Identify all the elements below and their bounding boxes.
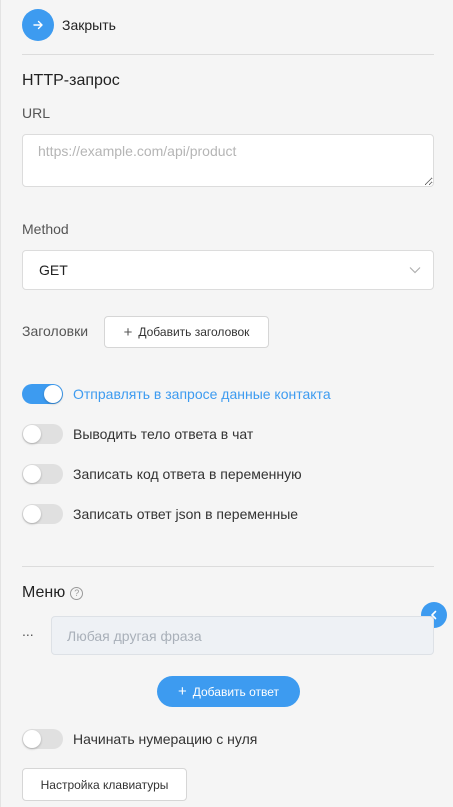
toggle-save-code[interactable] xyxy=(22,464,63,484)
toggle-row-send-contact[interactable]: Отправлять в запросе данные контакта xyxy=(22,384,331,404)
divider-top xyxy=(22,54,434,55)
toggle-row-save-json[interactable]: Записать ответ json в переменные xyxy=(22,504,298,524)
toggle-label-numbering: Начинать нумерацию с нуля xyxy=(73,731,258,747)
method-label: Method xyxy=(22,221,69,237)
toggle-send-contact[interactable] xyxy=(22,384,63,404)
add-answer-button[interactable]: + Добавить ответ xyxy=(157,676,300,707)
section-title-http: HTTP-запрос xyxy=(22,72,120,89)
toggle-knob xyxy=(23,505,41,523)
keyboard-settings-button[interactable]: Настройка клавиатуры xyxy=(22,768,187,801)
phrase-input[interactable] xyxy=(51,616,434,655)
headers-label: Заголовки xyxy=(22,323,89,339)
arrow-right-icon xyxy=(33,20,43,30)
toggle-label-send-contact: Отправлять в запросе данные контакта xyxy=(73,386,331,402)
toggle-knob xyxy=(23,425,41,443)
add-answer-label: Добавить ответ xyxy=(192,684,280,699)
method-value: GET xyxy=(39,262,68,278)
url-input[interactable] xyxy=(22,134,434,187)
keyboard-settings-label: Настройка клавиатуры xyxy=(40,777,169,792)
toggle-numbering[interactable] xyxy=(22,729,63,749)
menu-title-text: Меню xyxy=(22,584,66,601)
method-select[interactable]: GET xyxy=(22,250,434,290)
add-header-label: Добавить заголовок xyxy=(138,325,250,339)
plus-icon: + xyxy=(123,323,133,341)
toggle-row-output-body[interactable]: Выводить тело ответа в чат xyxy=(22,424,253,444)
url-label: URL xyxy=(22,105,51,121)
toggle-label-output-body: Выводить тело ответа в чат xyxy=(73,426,254,442)
toggle-output-body[interactable] xyxy=(22,424,63,444)
toggle-knob xyxy=(23,465,41,483)
add-header-button[interactable]: + Добавить заголовок xyxy=(104,316,269,348)
toggle-save-json[interactable] xyxy=(22,504,63,524)
toggle-row-numbering[interactable]: Начинать нумерацию с нуля xyxy=(22,729,257,749)
divider-menu xyxy=(22,566,434,567)
toggle-label-save-json: Записать ответ json в переменные xyxy=(73,506,299,522)
toggle-row-save-code[interactable]: Записать код ответа в переменную xyxy=(22,464,302,484)
chevron-down-icon xyxy=(409,267,421,274)
close-button[interactable]: Закрыть xyxy=(22,9,116,41)
toggle-label-save-code: Записать код ответа в переменную xyxy=(73,466,302,482)
plus-icon: + xyxy=(177,683,187,700)
close-label: Закрыть xyxy=(62,17,116,33)
drag-dots[interactable]: ... xyxy=(22,623,34,639)
menu-title: Меню ? xyxy=(22,584,84,602)
toggle-knob xyxy=(23,730,41,748)
close-circle[interactable] xyxy=(22,9,54,41)
question-circle-icon[interactable]: ? xyxy=(70,586,84,600)
toggle-knob xyxy=(44,385,62,403)
http-request-panel: Закрыть HTTP-запрос URL Method GET Загол… xyxy=(0,0,453,807)
